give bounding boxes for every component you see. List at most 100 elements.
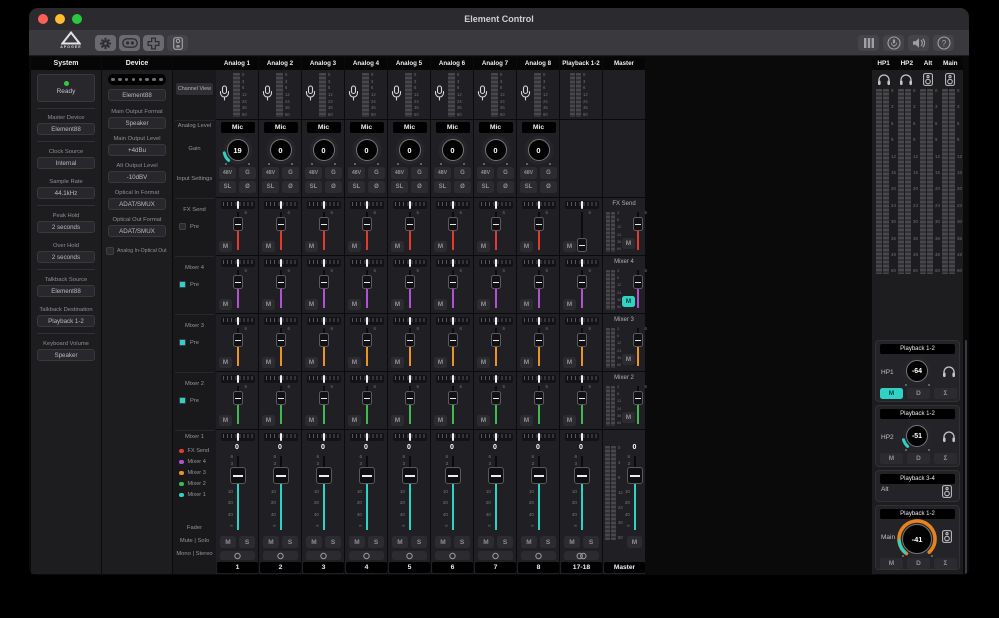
phase-button[interactable]: Ø xyxy=(239,181,256,193)
send-mute-button[interactable]: M xyxy=(520,299,533,310)
group-button[interactable]: G xyxy=(368,167,385,179)
mute-button[interactable]: M xyxy=(349,536,365,548)
pan-slider[interactable] xyxy=(479,259,513,267)
solo-button[interactable]: S xyxy=(454,536,470,548)
send-fader[interactable]: 6 xyxy=(316,326,332,368)
send-mute-button[interactable]: M xyxy=(477,241,490,252)
pan-thumb[interactable] xyxy=(495,259,497,267)
pan-thumb[interactable] xyxy=(495,375,497,383)
fader-thumb[interactable] xyxy=(233,275,243,289)
send-mute-button[interactable]: M xyxy=(348,415,361,426)
pan-slider[interactable] xyxy=(436,201,470,209)
pan-thumb[interactable] xyxy=(452,259,454,267)
pan-thumb[interactable] xyxy=(581,201,583,209)
mute-button[interactable]: M xyxy=(220,536,236,548)
channel-fader[interactable]: 630102040∞ xyxy=(560,454,603,532)
phase-button[interactable]: Ø xyxy=(325,181,342,193)
send-fader[interactable]: 6 xyxy=(230,268,246,310)
send-fader[interactable]: 6 xyxy=(488,210,504,252)
pan-slider[interactable] xyxy=(522,201,556,209)
solo-button[interactable]: S xyxy=(583,536,599,548)
send-fader[interactable]: 6 xyxy=(488,384,504,426)
pan-thumb[interactable] xyxy=(237,201,239,209)
field-value-dropdown[interactable]: ADAT/SMUX xyxy=(108,225,166,237)
group-button[interactable]: G xyxy=(540,167,557,179)
fader-thumb[interactable] xyxy=(627,467,643,484)
pan-thumb[interactable] xyxy=(323,433,325,441)
fader-thumb[interactable] xyxy=(445,467,461,484)
pan-thumb[interactable] xyxy=(366,317,368,325)
pan-thumb[interactable] xyxy=(452,375,454,383)
send-fader[interactable]: 6 xyxy=(574,210,590,252)
send-fader[interactable]: 6 xyxy=(273,268,289,310)
fader-thumb[interactable] xyxy=(362,217,372,231)
send-mute-button[interactable]: M xyxy=(305,415,318,426)
pan-slider[interactable] xyxy=(350,259,384,267)
phantom-48v-button[interactable]: 48V xyxy=(305,167,322,179)
field-value-dropdown[interactable]: Element88 xyxy=(37,123,95,135)
send-mute-button[interactable]: M xyxy=(262,415,275,426)
pan-thumb[interactable] xyxy=(452,201,454,209)
pan-thumb[interactable] xyxy=(366,201,368,209)
send-mute-button[interactable]: M xyxy=(305,299,318,310)
fader-thumb[interactable] xyxy=(531,467,547,484)
pan-slider[interactable] xyxy=(393,259,427,267)
speaker-button[interactable] xyxy=(908,35,929,51)
send-mute-button[interactable]: M xyxy=(520,415,533,426)
pan-slider[interactable] xyxy=(307,201,341,209)
channel-fader[interactable]: 630102040∞ xyxy=(431,454,474,532)
send-mute-button[interactable]: M xyxy=(563,299,576,310)
pan-thumb[interactable] xyxy=(495,433,497,441)
pan-slider[interactable] xyxy=(350,433,384,441)
input-type-button[interactable]: Mic xyxy=(479,122,513,133)
send-fader[interactable]: 6 xyxy=(316,384,332,426)
phantom-48v-button[interactable]: 48V xyxy=(262,167,279,179)
field-value-dropdown[interactable]: 2 seconds xyxy=(37,221,95,233)
fader-thumb[interactable] xyxy=(448,217,458,231)
send-fader[interactable]: 6 xyxy=(531,384,547,426)
pan-thumb[interactable] xyxy=(495,317,497,325)
fader-thumb[interactable] xyxy=(319,275,329,289)
output-source-dropdown[interactable]: Playback 3-4 xyxy=(880,474,955,484)
mute-button[interactable]: M xyxy=(392,536,408,548)
pan-slider[interactable] xyxy=(479,317,513,325)
pan-thumb[interactable] xyxy=(538,375,540,383)
fader-thumb[interactable] xyxy=(405,391,415,405)
pan-slider[interactable] xyxy=(307,259,341,267)
fader-thumb[interactable] xyxy=(230,467,246,484)
channel-view-button[interactable]: Channel View xyxy=(176,83,213,95)
mute-button[interactable]: M xyxy=(435,536,451,548)
pan-slider[interactable] xyxy=(436,433,470,441)
send-fader[interactable]: 6 xyxy=(230,326,246,368)
pan-slider[interactable] xyxy=(221,433,255,441)
hp2-dim-button[interactable]: D xyxy=(907,453,930,464)
pan-slider[interactable] xyxy=(221,259,255,267)
pan-thumb[interactable] xyxy=(323,259,325,267)
pan-thumb[interactable] xyxy=(581,433,583,441)
fader-thumb[interactable] xyxy=(405,275,415,289)
phase-button[interactable]: Ø xyxy=(411,181,428,193)
soft-limit-button[interactable]: SL xyxy=(477,181,494,193)
master-mute-button[interactable]: M xyxy=(627,536,642,548)
pan-thumb[interactable] xyxy=(495,201,497,209)
scrollbar[interactable] xyxy=(965,340,967,574)
pan-slider[interactable] xyxy=(565,317,599,325)
fader-thumb[interactable] xyxy=(448,391,458,405)
send-mute-button[interactable]: M xyxy=(219,357,232,368)
device-sidebar-button[interactable] xyxy=(167,35,188,51)
fader-thumb[interactable] xyxy=(577,333,587,347)
send-fader[interactable]: 6 xyxy=(402,210,418,252)
send-fader[interactable]: 6 xyxy=(574,384,590,426)
pan-slider[interactable] xyxy=(307,433,341,441)
mono-toggle-button[interactable] xyxy=(478,551,513,560)
pan-thumb[interactable] xyxy=(409,317,411,325)
soft-limit-button[interactable]: SL xyxy=(219,181,236,193)
send-mute-button[interactable]: M xyxy=(520,357,533,368)
fader-thumb[interactable] xyxy=(574,467,590,484)
send-mute-button[interactable]: M xyxy=(219,299,232,310)
fader-thumb[interactable] xyxy=(577,238,587,252)
pan-thumb[interactable] xyxy=(538,259,540,267)
send-mute-button[interactable]: M xyxy=(262,357,275,368)
fader-thumb[interactable] xyxy=(633,391,643,405)
channel-fader[interactable]: 630102040∞ xyxy=(388,454,431,532)
